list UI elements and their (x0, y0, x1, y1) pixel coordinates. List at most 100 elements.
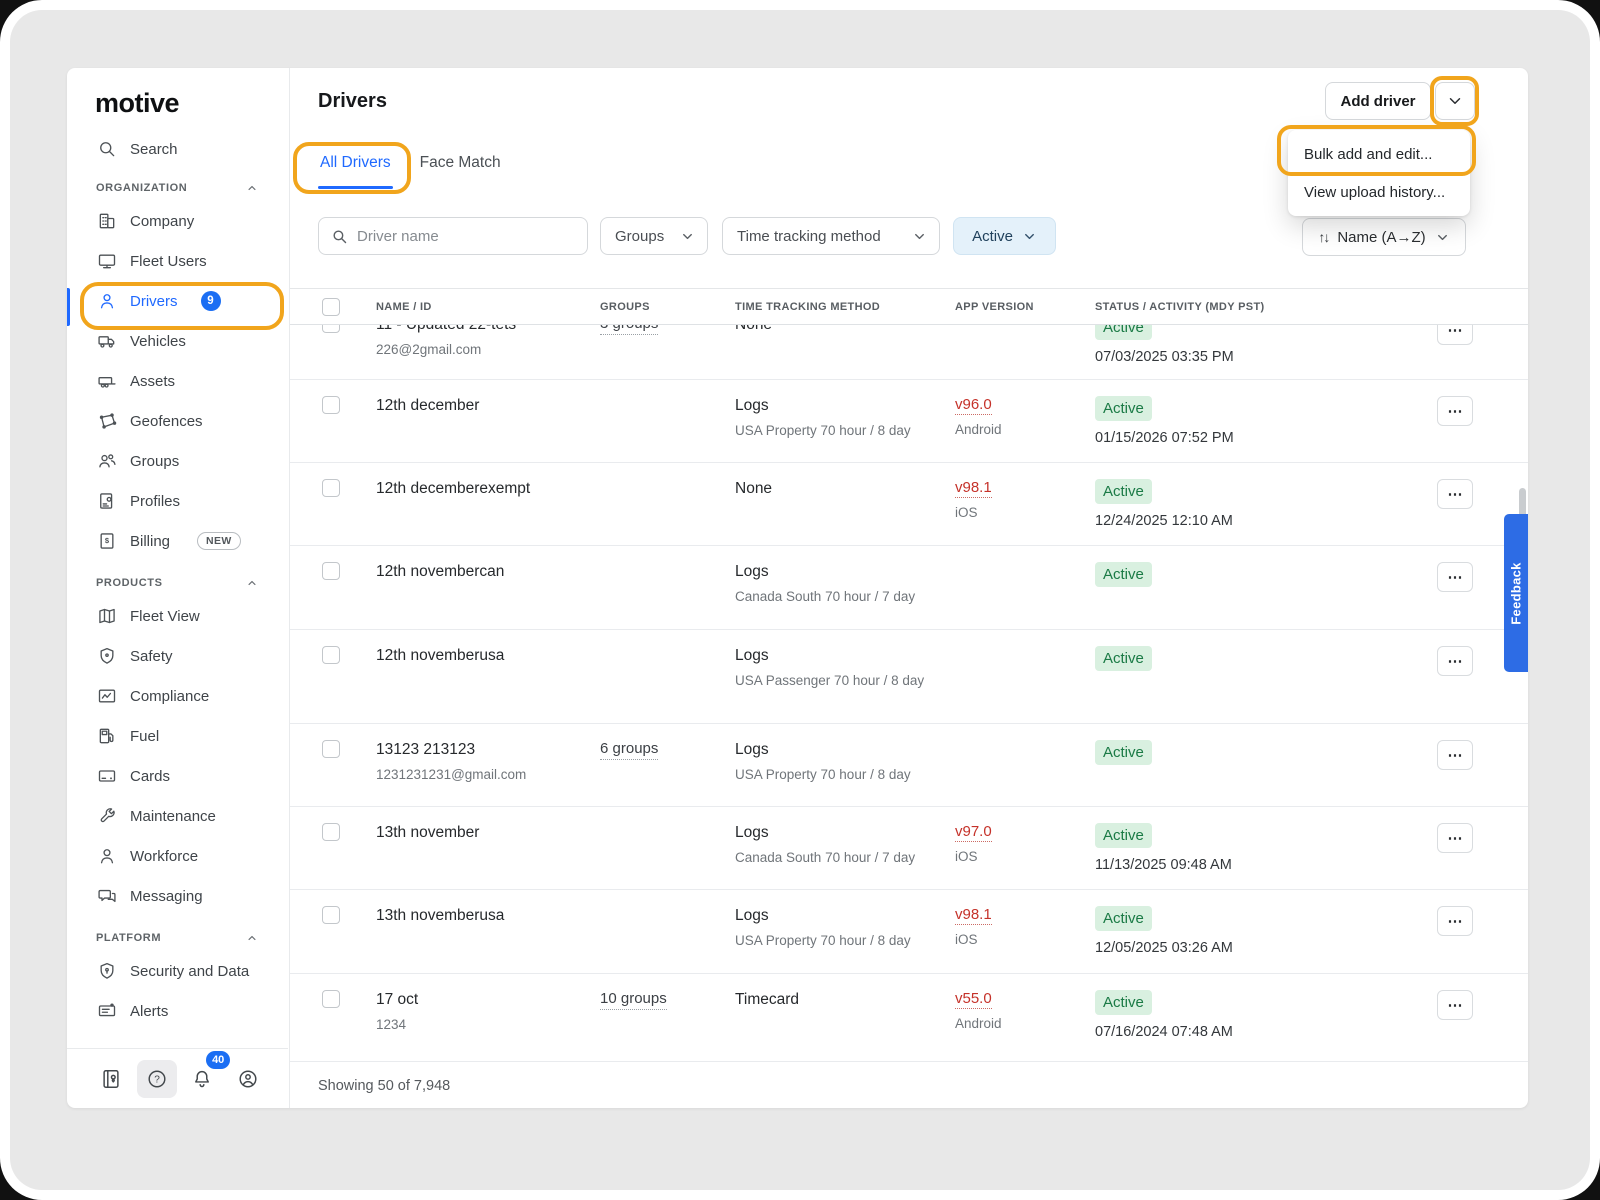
sidebar-item-security-and-data[interactable]: Security and Data (67, 951, 289, 991)
row-checkbox[interactable] (322, 990, 340, 1008)
row-actions-button[interactable]: ⋯ (1437, 479, 1473, 509)
time-tracking-method: Logs (735, 823, 930, 842)
sidebar-item-billing[interactable]: $BillingNEW (67, 521, 289, 561)
app-platform: Android (955, 421, 1085, 439)
sidebar-nav: Search ORGANIZATION Company Fleet UsersDriv… (67, 132, 289, 1031)
groups-filter[interactable]: Groups (600, 217, 708, 255)
groups-link[interactable]: 6 groups (600, 740, 658, 760)
groups-link[interactable]: 10 groups (600, 990, 667, 1010)
sidebar-item-label: Fuel (130, 728, 159, 745)
sidebar-item-label: Vehicles (130, 333, 186, 350)
app-version-link[interactable]: v98.1 (955, 906, 992, 925)
row-checkbox[interactable] (322, 740, 340, 758)
status-cell: Active12/05/2025 03:26 AM (1095, 906, 1395, 956)
row-checkbox[interactable] (322, 646, 340, 664)
notifications-icon (191, 1068, 213, 1090)
sidebar-item-label: Company (130, 213, 194, 230)
driver-name: 12th novemberusa (376, 646, 591, 665)
sidebar-item-assets[interactable]: Assets (67, 361, 289, 401)
row-actions-button[interactable]: ⋯ (1437, 646, 1473, 676)
sidebar-item-company[interactable]: Company (67, 201, 289, 241)
time-tracking-method: Logs (735, 396, 930, 415)
sidebar-item-search[interactable]: Search (67, 132, 289, 166)
row-actions-button[interactable]: ⋯ (1437, 325, 1473, 345)
tab-all-drivers[interactable]: All Drivers (318, 148, 393, 189)
driver-name-input[interactable] (357, 228, 577, 245)
workforce-icon (97, 846, 117, 866)
row-checkbox[interactable] (322, 325, 340, 333)
menu-item-view-upload-history[interactable]: View upload history... (1288, 173, 1470, 211)
row-actions-button[interactable]: ⋯ (1437, 740, 1473, 770)
svg-text:?: ? (154, 1074, 160, 1085)
sidebar-item-fuel[interactable]: Fuel (67, 716, 289, 756)
app-version-link[interactable]: v55.0 (955, 990, 992, 1009)
add-driver-caret-button[interactable] (1435, 82, 1475, 120)
row-actions-button[interactable]: ⋯ (1437, 823, 1473, 853)
app-version-link[interactable]: v96.0 (955, 396, 992, 415)
time-tracking-rule: USA Property 70 hour / 8 day (735, 422, 930, 440)
sidebar-item-vehicles[interactable]: Vehicles (67, 321, 289, 361)
row-actions-button[interactable]: ⋯ (1437, 990, 1473, 1020)
row-checkbox[interactable] (322, 906, 340, 924)
row-checkbox[interactable] (322, 479, 340, 497)
row-actions-button[interactable]: ⋯ (1437, 562, 1473, 592)
sidebar-section-platform[interactable]: PLATFORM (67, 925, 289, 951)
notification-count-badge: 40 (206, 1051, 230, 1069)
menu-item-bulk-add[interactable]: Bulk add and edit... (1288, 135, 1470, 173)
sidebar-item-label: Billing (130, 533, 170, 550)
help-button[interactable]: ? (137, 1060, 177, 1098)
sidebar-item-geofences[interactable]: Geofences (67, 401, 289, 441)
row-checkbox[interactable] (322, 562, 340, 580)
app-version-link[interactable]: v97.0 (955, 823, 992, 842)
sidebar-item-groups[interactable]: Groups (67, 441, 289, 481)
main-content: Drivers Add driver All Drivers Face Matc… (290, 68, 1528, 1108)
add-driver-button[interactable]: Add driver (1325, 82, 1431, 120)
motive-logo: motive (95, 88, 289, 122)
sidebar-item-fleet-users[interactable]: Fleet Users (67, 241, 289, 281)
active-nav-indicator (67, 288, 70, 326)
chevron-up-icon (245, 576, 259, 590)
last-activity: 12/05/2025 03:26 AM (1095, 940, 1395, 956)
driver-name-search[interactable] (318, 217, 588, 255)
row-checkbox[interactable] (322, 396, 340, 414)
sidebar-item-safety[interactable]: Safety (67, 636, 289, 676)
status-filter-active[interactable]: Active (953, 217, 1056, 255)
row-checkbox[interactable] (322, 823, 340, 841)
status-badge: Active (1095, 740, 1152, 765)
sidebar-item-compliance[interactable]: Compliance (67, 676, 289, 716)
row-actions-button[interactable]: ⋯ (1437, 396, 1473, 426)
new-badge: NEW (197, 532, 241, 550)
app-version-link[interactable]: v98.1 (955, 479, 992, 498)
table-row: 13123 2131231231231231@gmail.com 6 groups… (290, 724, 1528, 807)
time-tracking-method-filter[interactable]: Time tracking method (722, 217, 940, 255)
feedback-tab[interactable]: Feedback (1504, 514, 1528, 672)
address-book-button[interactable] (91, 1060, 131, 1098)
status-cell: Active (1095, 740, 1395, 765)
name-cell: 13123 2131231231231231@gmail.com (376, 740, 591, 784)
table-footer: Showing 50 of 7,948 (290, 1062, 1528, 1108)
account-button[interactable] (228, 1060, 268, 1098)
sidebar-section-products[interactable]: PRODUCTS (67, 570, 289, 596)
sidebar-item-cards[interactable]: Cards (67, 756, 289, 796)
sidebar-item-profiles[interactable]: Profiles (67, 481, 289, 521)
fleet-view-icon (97, 606, 117, 626)
column-header-groups: GROUPS (600, 301, 650, 313)
sidebar-section-organization[interactable]: ORGANIZATION (67, 175, 289, 201)
sidebar-item-alerts[interactable]: Alerts (67, 991, 289, 1031)
groups-link[interactable]: 3 groups (600, 325, 658, 335)
row-actions-button[interactable]: ⋯ (1437, 906, 1473, 936)
time-tracking-method: Logs (735, 740, 930, 759)
sidebar-item-maintenance[interactable]: Maintenance (67, 796, 289, 836)
notifications-button[interactable]: 40 (182, 1060, 222, 1098)
sidebar-item-drivers[interactable]: Drivers9 (67, 281, 289, 321)
sidebar-item-messaging[interactable]: Messaging (67, 876, 289, 916)
table-row: 12th novemberusaLogsUSA Passenger 70 hou… (290, 630, 1528, 724)
add-driver-dropdown-menu: Bulk add and edit... View upload history… (1288, 130, 1470, 216)
select-all-checkbox[interactable] (322, 298, 340, 316)
sort-button[interactable]: ↑↓ Name (A→Z) (1302, 218, 1466, 256)
sidebar-item-workforce[interactable]: Workforce (67, 836, 289, 876)
tab-face-match[interactable]: Face Match (418, 148, 503, 189)
table-row: 12th novembercanLogsCanada South 70 hour… (290, 546, 1528, 630)
driver-name: 17 oct (376, 990, 591, 1009)
sidebar-item-fleet-view[interactable]: Fleet View (67, 596, 289, 636)
